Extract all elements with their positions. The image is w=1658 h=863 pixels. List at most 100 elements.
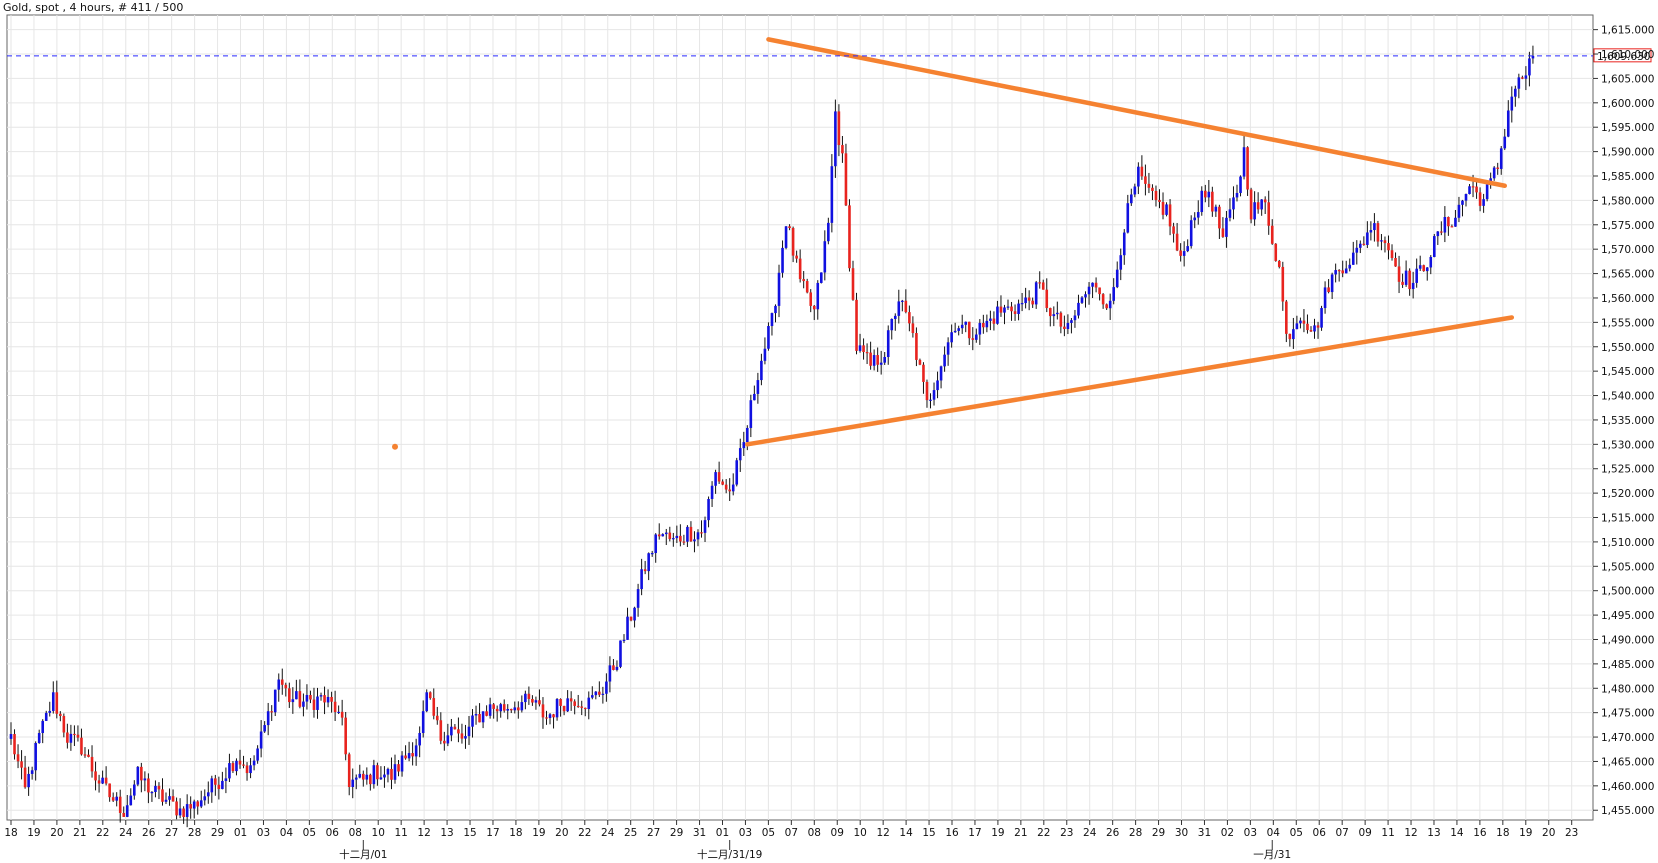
- x-tick-label: 08: [808, 827, 821, 839]
- candle-body: [590, 695, 594, 698]
- candle-body: [1077, 302, 1080, 316]
- candle-body: [897, 301, 901, 316]
- candle-body: [435, 715, 439, 721]
- y-tick-label: 1,505.000: [1601, 561, 1654, 573]
- candle-body: [203, 796, 207, 801]
- candle-body: [481, 711, 485, 723]
- x-tick-label: 11: [1381, 827, 1394, 839]
- candle-body: [911, 323, 915, 334]
- candle-body: [978, 322, 982, 335]
- candle-body: [953, 330, 957, 333]
- candle-body: [682, 541, 686, 543]
- x-tick-label: 22: [578, 827, 591, 839]
- candle-body: [1112, 287, 1115, 301]
- candle-body: [1249, 189, 1253, 220]
- x-tick-label: 12: [417, 827, 430, 839]
- period-label: 十二月/01: [339, 848, 387, 861]
- x-tick-label: 13: [440, 827, 453, 839]
- candle-body: [580, 706, 584, 708]
- candle-body: [316, 696, 319, 710]
- x-tick-label: 22: [1037, 827, 1050, 839]
- x-tick-label: 16: [945, 827, 959, 839]
- candle-body: [524, 693, 527, 703]
- x-tick-label: 04: [280, 827, 294, 839]
- candle-body: [946, 342, 950, 355]
- candle-body: [51, 692, 55, 711]
- candle-body: [210, 778, 214, 793]
- candle-body: [654, 534, 658, 554]
- candle-body: [1147, 183, 1151, 188]
- candle-body: [83, 754, 87, 756]
- candle-body: [192, 801, 196, 809]
- candle-body: [848, 205, 851, 269]
- candle-body: [189, 804, 192, 809]
- candle-body: [760, 360, 763, 381]
- candle-body: [545, 717, 548, 719]
- candle-body: [1369, 230, 1373, 233]
- candle-body: [865, 352, 869, 354]
- candle-body: [478, 713, 481, 723]
- candle-body: [256, 748, 259, 761]
- candle-body: [30, 770, 34, 774]
- candle-body: [1172, 226, 1175, 234]
- candle-body: [777, 272, 781, 306]
- y-tick-label: 1,605.000: [1601, 73, 1654, 85]
- candle-body: [1425, 267, 1429, 272]
- candle-body: [1464, 194, 1468, 201]
- candle-body: [118, 796, 122, 813]
- candle-body: [823, 241, 827, 273]
- y-tick-label: 1,485.000: [1601, 659, 1654, 671]
- candle-body: [837, 111, 841, 146]
- x-tick-label: 31: [693, 827, 706, 839]
- candle-body: [1070, 320, 1073, 323]
- candle-body: [1355, 247, 1359, 253]
- candle-body: [612, 665, 615, 670]
- candle-body: [133, 784, 136, 796]
- candle-body: [1457, 204, 1461, 218]
- candle-body: [1351, 252, 1355, 265]
- candle-body: [1292, 329, 1295, 340]
- candle-body: [1330, 274, 1334, 293]
- candle-body: [485, 711, 488, 716]
- x-tick-label: 15: [463, 827, 476, 839]
- candle-body: [626, 616, 629, 640]
- candle-body: [1337, 270, 1341, 272]
- x-tick-label: 19: [1519, 827, 1532, 839]
- candle-body: [1344, 268, 1348, 274]
- candle-body: [319, 695, 323, 697]
- candle-body: [834, 111, 837, 167]
- candle-body: [428, 692, 432, 699]
- candle-body: [527, 693, 531, 699]
- candle-body: [1482, 199, 1485, 206]
- candle-body: [87, 754, 90, 757]
- y-tick-label: 1,565.000: [1601, 269, 1654, 281]
- candle-body: [1203, 190, 1207, 198]
- candle-body: [675, 535, 679, 539]
- candle-body: [111, 797, 115, 801]
- candle-body: [1267, 202, 1271, 226]
- candle-body: [795, 255, 798, 259]
- x-tick-label: 19: [991, 827, 1004, 839]
- candle-body: [432, 698, 436, 716]
- candle-body: [1246, 147, 1249, 190]
- candle-body: [168, 796, 171, 800]
- candle-body: [622, 639, 626, 642]
- candle-body: [270, 711, 274, 713]
- x-tick-label: 29: [670, 827, 683, 839]
- candle-body: [735, 460, 739, 485]
- x-tick-label: 31: [1198, 827, 1211, 839]
- candle-body: [460, 733, 464, 739]
- candle-body: [781, 247, 784, 273]
- candle-body: [717, 472, 721, 482]
- candle-body: [1133, 186, 1137, 195]
- candle-body: [534, 700, 538, 703]
- x-tick-label: 18: [4, 827, 17, 839]
- y-tick-label: 1,570.000: [1601, 244, 1654, 256]
- candle-body: [129, 795, 133, 806]
- candle-body: [372, 765, 376, 785]
- candle-body: [362, 773, 365, 780]
- candle-body: [598, 691, 601, 695]
- candle-body: [492, 704, 495, 709]
- candle-body: [474, 713, 478, 716]
- x-tick-label: 12: [1404, 827, 1417, 839]
